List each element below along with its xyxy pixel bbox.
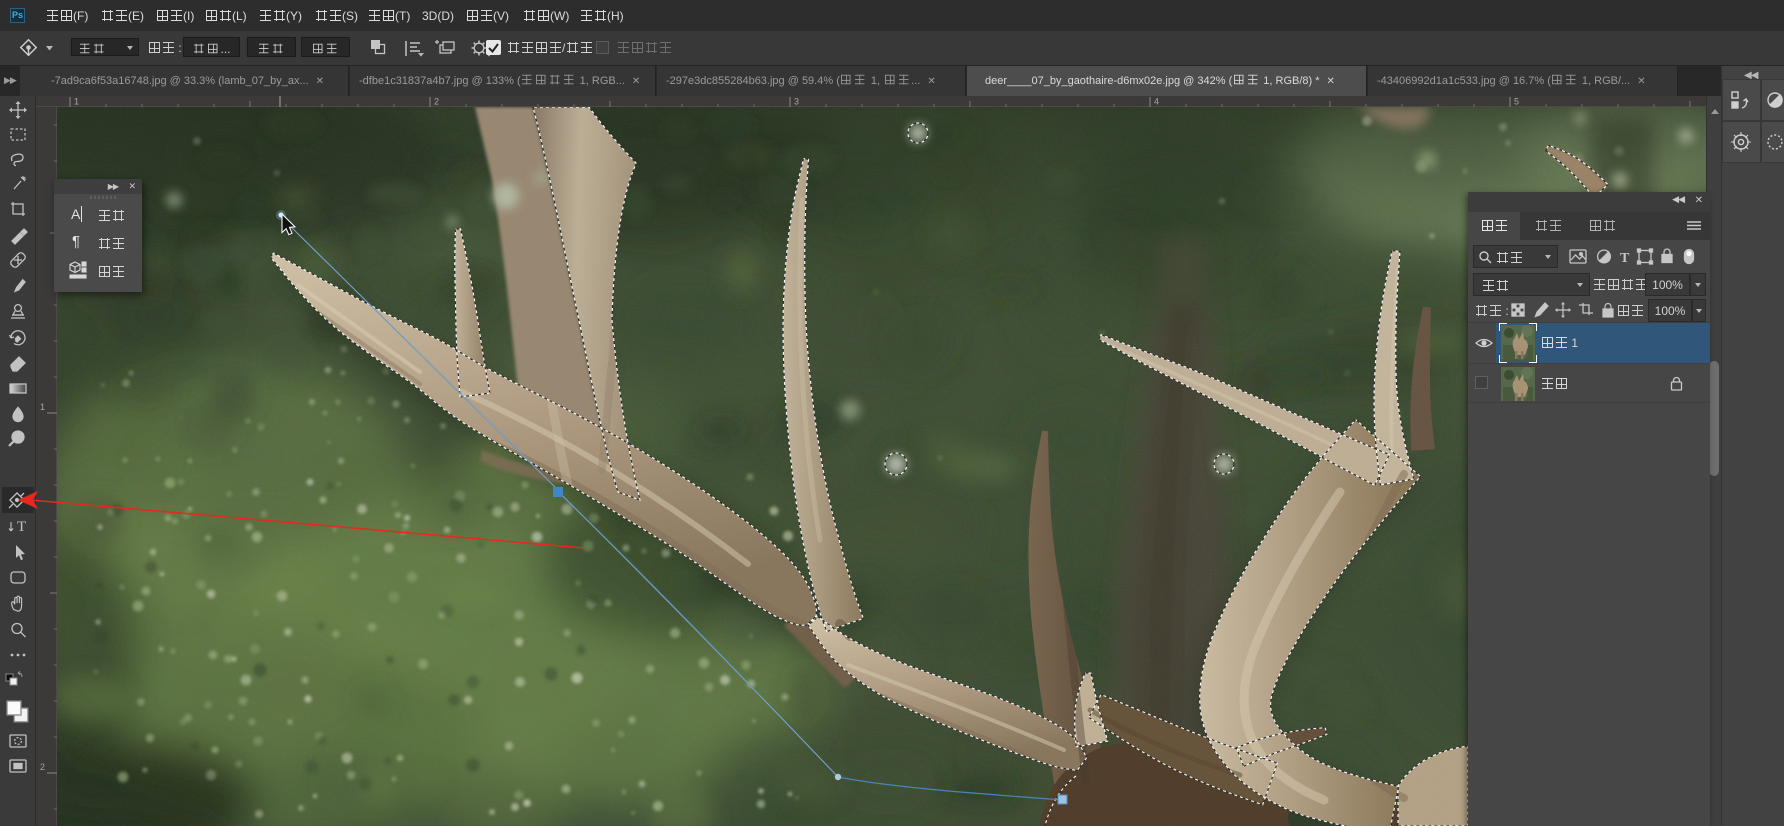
svg-text:2: 2 — [40, 762, 45, 772]
svg-text:T: T — [17, 519, 26, 535]
svg-text:4: 4 — [1154, 97, 1159, 107]
svg-text:5: 5 — [1514, 97, 1519, 107]
svg-text:1: 1 — [74, 97, 79, 107]
svg-text:3: 3 — [794, 97, 799, 107]
svg-text:2: 2 — [434, 97, 439, 107]
svg-text:T: T — [1620, 251, 1630, 266]
svg-text:1: 1 — [40, 402, 45, 412]
